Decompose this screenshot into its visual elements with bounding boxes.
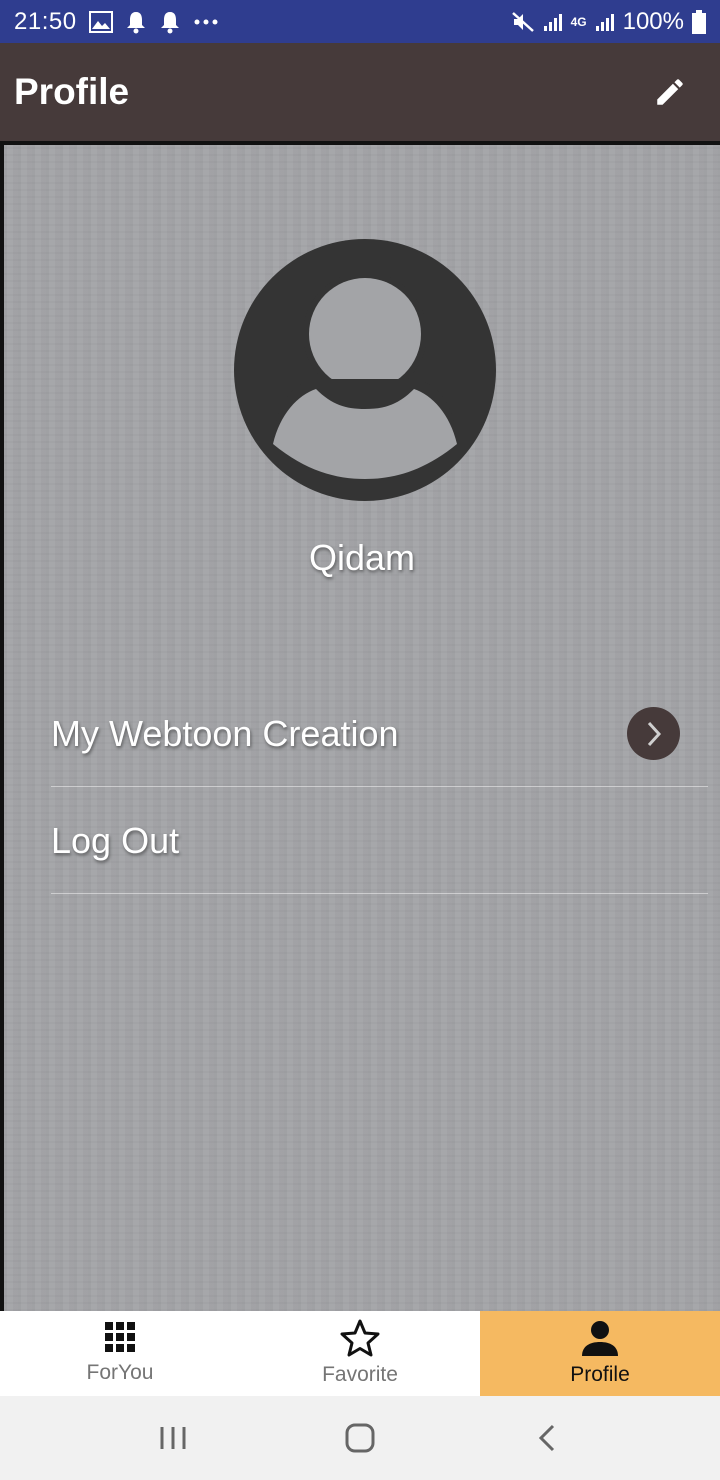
- home-button[interactable]: [320, 1408, 400, 1468]
- avatar[interactable]: [234, 239, 496, 501]
- menu-item-label: My Webtoon Creation: [51, 712, 399, 754]
- back-button[interactable]: [507, 1408, 587, 1468]
- person-icon: [582, 1321, 618, 1356]
- tab-label: Favorite: [322, 1363, 398, 1386]
- menu-item-my-webtoon-creation[interactable]: My Webtoon Creation: [51, 681, 708, 787]
- edit-pencil-icon: [657, 79, 683, 105]
- tab-profile[interactable]: Profile: [480, 1311, 720, 1396]
- status-time: 21:50: [14, 7, 77, 35]
- grid-icon: [105, 1322, 135, 1352]
- profile-content: Qidam My Webtoon Creation Log Out: [0, 141, 720, 1311]
- chevron-right-button[interactable]: [627, 707, 680, 760]
- user-avatar-icon: [234, 239, 496, 501]
- back-icon: [538, 1424, 554, 1452]
- battery-percent: 100%: [622, 7, 684, 35]
- more-dots-icon: [193, 18, 219, 26]
- bottom-nav: ForYou Favorite Profile: [0, 1311, 720, 1396]
- status-left: 21:50: [14, 8, 219, 36]
- bell-icon: [125, 10, 147, 34]
- app-bar: Profile: [0, 43, 720, 141]
- tab-label: Profile: [570, 1363, 630, 1386]
- status-bar: 21:50 4G 100%: [0, 0, 720, 43]
- signal-icon: [595, 12, 615, 32]
- system-nav-bar: [0, 1396, 720, 1480]
- bell-icon: [159, 10, 181, 34]
- tab-foryou[interactable]: ForYou: [0, 1311, 240, 1396]
- menu-item-label: Log Out: [51, 819, 180, 861]
- battery-icon: [692, 9, 706, 34]
- menu-item-log-out[interactable]: Log Out: [51, 788, 708, 894]
- star-icon: [340, 1319, 380, 1357]
- recent-apps-icon: [160, 1427, 186, 1449]
- tab-label: ForYou: [86, 1361, 154, 1384]
- page-title: Profile: [14, 71, 130, 112]
- gallery-icon: [88, 10, 113, 33]
- recent-apps-button[interactable]: [133, 1408, 213, 1468]
- home-icon: [345, 1423, 375, 1453]
- chevron-right-icon: [647, 721, 661, 746]
- signal-icon: [543, 12, 563, 32]
- status-right: 4G 100%: [511, 8, 706, 36]
- username: Qidam: [308, 537, 416, 578]
- edit-profile-button[interactable]: [640, 62, 700, 122]
- mute-icon: [511, 10, 535, 34]
- tab-favorite[interactable]: Favorite: [240, 1311, 480, 1396]
- network-4g-icon: 4G: [570, 14, 587, 29]
